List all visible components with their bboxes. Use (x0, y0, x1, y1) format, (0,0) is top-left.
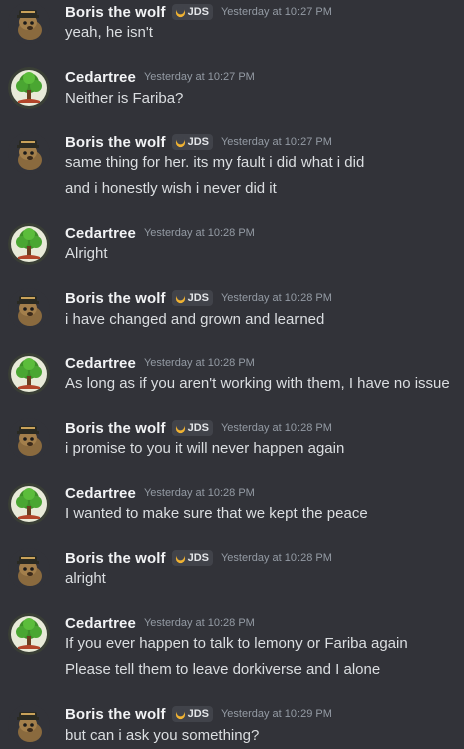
message-text: Alright (65, 245, 108, 262)
tree-avatar-icon (8, 67, 50, 109)
message-text: alright (65, 570, 106, 587)
username[interactable]: Boris the wolf (65, 290, 166, 307)
username[interactable]: Cedartree (65, 69, 136, 86)
crescent-moon-icon (175, 292, 185, 303)
user-tag-badge[interactable]: JDS (171, 290, 213, 306)
cedar-avatar[interactable] (8, 223, 50, 265)
user-tag-label: JDS (187, 422, 209, 434)
wolf-avatar-icon (8, 132, 50, 174)
message-text: same thing for her. its my fault i did w… (65, 154, 365, 171)
timestamp[interactable]: Yesterday at 10:28 PM (221, 292, 332, 304)
user-tag-badge[interactable]: JDS (171, 4, 213, 20)
boris-avatar[interactable] (8, 2, 50, 44)
boris-avatar[interactable] (8, 704, 50, 746)
username[interactable]: Boris the wolf (65, 4, 166, 21)
timestamp[interactable]: Yesterday at 10:28 PM (144, 227, 255, 239)
user-tag-label: JDS (187, 136, 209, 148)
message-text: but can i ask you something? (65, 727, 260, 744)
username[interactable]: Boris the wolf (65, 420, 166, 437)
user-tag-badge[interactable]: JDS (171, 420, 213, 436)
tree-avatar-icon (8, 613, 50, 655)
username[interactable]: Cedartree (65, 355, 136, 372)
message-text: If you ever happen to talk to lemony or … (65, 635, 408, 652)
tree-avatar-icon (8, 353, 50, 395)
tree-avatar-icon (8, 223, 50, 265)
crescent-moon-icon (175, 136, 185, 147)
wolf-avatar-icon (8, 418, 50, 460)
boris-avatar[interactable] (8, 288, 50, 330)
timestamp[interactable]: Yesterday at 10:27 PM (221, 136, 332, 148)
username[interactable]: Cedartree (65, 485, 136, 502)
message-text: i promise to you it will never happen ag… (65, 440, 345, 457)
timestamp[interactable]: Yesterday at 10:27 PM (221, 6, 332, 18)
user-tag-label: JDS (187, 552, 209, 564)
message-text: I wanted to make sure that we kept the p… (65, 505, 368, 522)
user-tag-label: JDS (187, 6, 209, 18)
message-text: yeah, he isn't (65, 24, 153, 41)
user-tag-badge[interactable]: JDS (171, 134, 213, 150)
user-tag-label: JDS (187, 292, 209, 304)
timestamp[interactable]: Yesterday at 10:27 PM (144, 71, 255, 83)
timestamp[interactable]: Yesterday at 10:28 PM (221, 552, 332, 564)
crescent-moon-icon (175, 708, 185, 719)
username[interactable]: Boris the wolf (65, 706, 166, 723)
username[interactable]: Cedartree (65, 615, 136, 632)
boris-avatar[interactable] (8, 132, 50, 174)
cedar-avatar[interactable] (8, 67, 50, 109)
timestamp[interactable]: Yesterday at 10:28 PM (221, 422, 332, 434)
username[interactable]: Boris the wolf (65, 550, 166, 567)
timestamp[interactable]: Yesterday at 10:28 PM (144, 487, 255, 499)
boris-avatar[interactable] (8, 418, 50, 460)
user-tag-badge[interactable]: JDS (171, 550, 213, 566)
message-text: As long as if you aren't working with th… (65, 375, 450, 392)
wolf-avatar-icon (8, 288, 50, 330)
message-text: and i honestly wish i never did it (65, 180, 277, 197)
timestamp[interactable]: Yesterday at 10:28 PM (144, 357, 255, 369)
wolf-avatar-icon (8, 548, 50, 590)
wolf-avatar-icon (8, 2, 50, 44)
message-text: Please tell them to leave dorkiverse and… (65, 661, 381, 678)
user-tag-badge[interactable]: JDS (171, 706, 213, 722)
cedar-avatar[interactable] (8, 353, 50, 395)
wolf-avatar-icon (8, 704, 50, 746)
timestamp[interactable]: Yesterday at 10:28 PM (144, 617, 255, 629)
timestamp[interactable]: Yesterday at 10:29 PM (221, 708, 332, 720)
user-tag-label: JDS (187, 708, 209, 720)
tree-avatar-icon (8, 483, 50, 525)
username[interactable]: Cedartree (65, 225, 136, 242)
cedar-avatar[interactable] (8, 613, 50, 655)
crescent-moon-icon (175, 422, 185, 433)
boris-avatar[interactable] (8, 548, 50, 590)
crescent-moon-icon (175, 6, 185, 17)
cedar-avatar[interactable] (8, 483, 50, 525)
message-text: Neither is Fariba? (65, 90, 184, 107)
crescent-moon-icon (175, 552, 185, 563)
username[interactable]: Boris the wolf (65, 134, 166, 151)
message-text: i have changed and grown and learned (65, 311, 325, 328)
